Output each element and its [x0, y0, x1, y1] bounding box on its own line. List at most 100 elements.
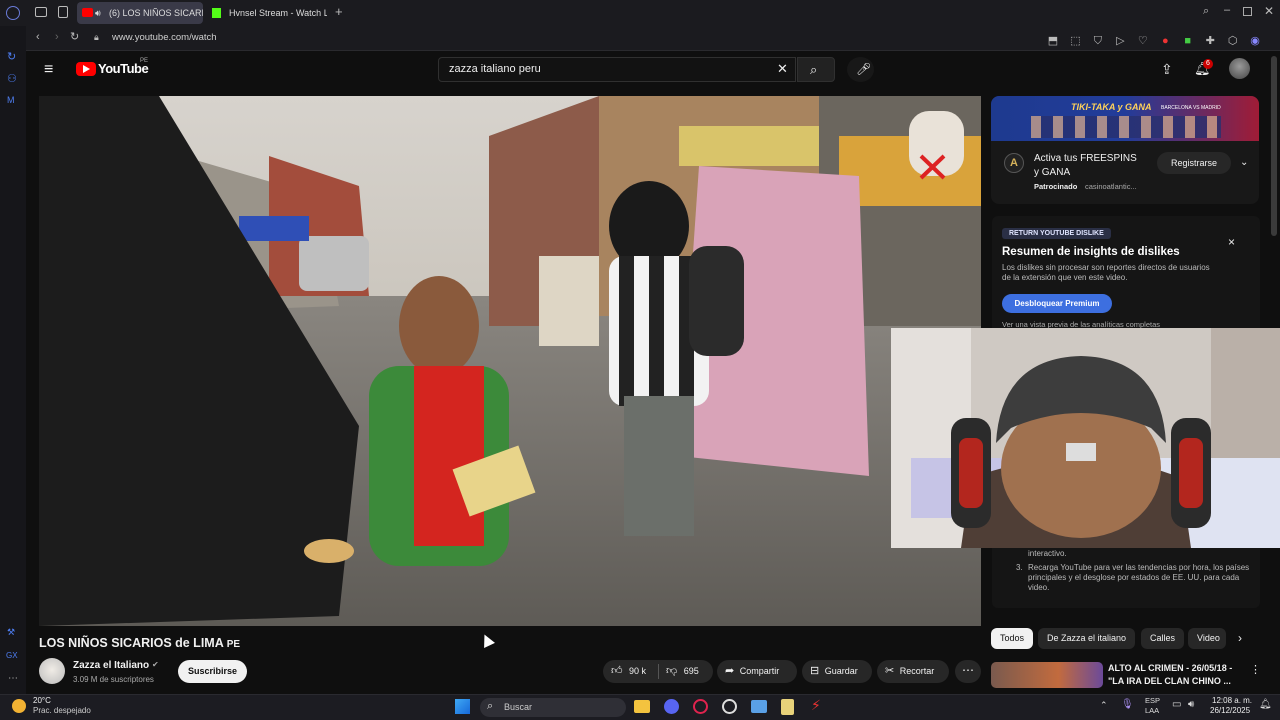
ad-logo: A	[1004, 153, 1024, 173]
clear-search-icon[interactable]: ✕	[777, 62, 788, 75]
play-icon[interactable]: ▷	[1111, 36, 1129, 47]
forward-icon[interactable]: ›	[55, 32, 59, 43]
rail-more-icon[interactable]: ⋯	[8, 674, 18, 684]
extension-puzzle-icon[interactable]: ✚	[1201, 36, 1219, 47]
close-icon[interactable]: ×	[1228, 236, 1235, 248]
search-icon: ⌕	[810, 62, 818, 77]
rail-mail-icon[interactable]: M	[7, 96, 15, 105]
thumbs-down-icon: 👎︎	[666, 665, 678, 677]
tab-search-icon[interactable]: ⌕	[1203, 6, 1209, 17]
image-viewer-icon[interactable]	[751, 700, 767, 713]
rail-tool-icon[interactable]: ⚒	[7, 628, 15, 637]
network-icon[interactable]: ▭	[1172, 700, 1181, 710]
avatar[interactable]	[1229, 58, 1250, 79]
notifications-button[interactable]: 🔔︎ 6	[1192, 59, 1213, 79]
language-line1[interactable]: ESP	[1145, 696, 1160, 705]
windows-taskbar: 20°C Prac. despejado ⌕ Buscar ⚡︎ ⌃ 🎙︎ ES…	[0, 694, 1280, 720]
search-button[interactable]: ⌕	[797, 57, 835, 82]
workspaces-icon[interactable]	[35, 7, 47, 17]
notification-center-icon[interactable]: 🔔︎	[1259, 700, 1272, 710]
related-title-line1[interactable]: ALTO AL CRIMEN - 26/05/18 -	[1108, 663, 1232, 673]
unlock-premium-button[interactable]: Desbloquear Premium	[1002, 294, 1112, 313]
chevron-right-icon[interactable]: ›	[1238, 632, 1242, 644]
rail-refresh-icon[interactable]: ↻	[7, 52, 16, 63]
new-tab-icon[interactable]: +	[335, 5, 343, 18]
ad-sponsored-label: Patrocinado	[1034, 182, 1078, 191]
ad-banner[interactable]: TIKI-TAKA y GANA BARCELONA VS MADRID	[991, 96, 1259, 141]
channel-name[interactable]: Zazza el Italiano	[73, 660, 149, 671]
dislike-button[interactable]: 👎︎ 695	[666, 660, 699, 683]
save-label: Guardar	[824, 666, 858, 676]
rail-gx-icon[interactable]: GX	[6, 652, 18, 660]
obs-icon[interactable]	[722, 699, 737, 714]
tab-stream[interactable]: Hvnsel Stream - Watch Liv	[207, 2, 327, 24]
windows-start-icon[interactable]	[455, 699, 470, 714]
notes-app-icon[interactable]	[781, 699, 794, 715]
discord-icon[interactable]	[664, 699, 679, 714]
maximize-icon[interactable]	[1243, 7, 1252, 16]
channel-avatar[interactable]	[39, 658, 65, 684]
tray-mic-icon[interactable]: 🎙︎	[1121, 700, 1134, 710]
save-button[interactable]: ⊟ Guardar	[802, 660, 872, 683]
weather-icon[interactable]	[12, 699, 26, 713]
video-title-text: LOS NIÑOS SICARIOS de LIMA	[39, 636, 224, 650]
clock-date[interactable]: 26/12/2025	[1210, 706, 1250, 715]
voice-search-button[interactable]: 🎤︎	[847, 57, 874, 82]
search-input[interactable]: zazza italiano peru	[438, 57, 796, 82]
bookmark-icon[interactable]: ⬒	[1044, 36, 1062, 47]
upload-icon[interactable]: ⇪	[1161, 62, 1173, 76]
close-window-icon[interactable]: ✕	[1264, 5, 1274, 17]
like-button[interactable]: 👍︎ 90 k	[611, 660, 646, 683]
clip-button[interactable]: ✂ Recortar	[877, 660, 949, 683]
reload-icon[interactable]: ↻	[70, 32, 79, 43]
temperature: 20°C	[33, 696, 51, 705]
chip-streets[interactable]: Calles	[1141, 628, 1185, 649]
chip-videos[interactable]: Video	[1188, 628, 1226, 649]
taskbar-search[interactable]: ⌕ Buscar	[480, 698, 626, 717]
dislike-heading: Resumen de insights de dislikes	[1002, 246, 1180, 258]
extension-green-icon[interactable]: ■	[1179, 36, 1197, 47]
notification-count-badge: 6	[1203, 59, 1213, 69]
chevron-down-icon[interactable]: ⌄	[1240, 158, 1248, 168]
page-scrollbar[interactable]	[1271, 56, 1277, 236]
related-more-icon[interactable]: ⋮	[1250, 665, 1261, 676]
share-button[interactable]: ➦ Compartir	[717, 660, 797, 683]
tab-page-icon[interactable]	[58, 6, 68, 18]
shield-icon[interactable]: ⛉	[1089, 36, 1107, 47]
back-icon[interactable]: ‹	[36, 32, 40, 43]
language-line2[interactable]: LAA	[1145, 706, 1159, 715]
dislike-description: Los dislikes sin procesar son reportes d…	[1002, 263, 1210, 282]
stream-tab-icon	[212, 8, 221, 18]
hamburger-menu-icon[interactable]: ≡	[44, 62, 53, 78]
video-title-flag: PE	[226, 639, 241, 650]
volume-icon[interactable]: 🔊︎	[1188, 700, 1194, 710]
browser-logo-icon[interactable]	[6, 6, 20, 20]
file-explorer-icon[interactable]	[634, 700, 650, 713]
url-field[interactable]: www.youtube.com/watch	[112, 32, 217, 43]
related-thumbnail[interactable]	[991, 662, 1103, 688]
bolt-app-icon[interactable]: ⚡︎	[811, 698, 821, 712]
heart-icon[interactable]: ♡	[1134, 36, 1152, 47]
record-icon[interactable]: ●	[1156, 36, 1174, 47]
minimize-icon[interactable]: –	[1224, 5, 1230, 16]
screenshot-icon[interactable]: ⬚	[1066, 36, 1084, 47]
related-title-line2[interactable]: "LA IRA DEL CLAN CHINO ...	[1108, 676, 1231, 686]
chip-channel[interactable]: De Zazza el italiano	[1038, 628, 1136, 649]
ad-banner-players	[1031, 116, 1221, 138]
extensions-toolbar: ⬒ ⬚ ⛉ ▷ ♡ ● ■ ✚ ⬡ ◉ ⤓ AI ≡	[1044, 31, 1280, 65]
streamer-webcam-overlay	[891, 328, 1280, 548]
profile-extension-icon[interactable]: ◉	[1246, 36, 1264, 47]
speaker-icon[interactable]: 🔊︎	[95, 2, 101, 24]
chip-all[interactable]: Todos	[991, 628, 1034, 649]
opera-gx-icon[interactable]	[693, 699, 708, 714]
more-actions-button[interactable]: ⋯	[955, 660, 981, 683]
subscribe-button[interactable]: Suscribirse	[178, 660, 247, 683]
extension-cube-icon[interactable]: ⬡	[1224, 36, 1242, 47]
tray-chevron-up-icon[interactable]: ⌃	[1100, 701, 1108, 710]
rail-user-icon[interactable]: ⚇	[7, 74, 17, 85]
ad-register-button[interactable]: Registrarse	[1157, 152, 1231, 174]
tab-youtube-video[interactable]: 🔊︎ (6) LOS NIÑOS SICARI	[77, 2, 203, 24]
ad-card[interactable]: TIKI-TAKA y GANA BARCELONA VS MADRID A A…	[991, 96, 1259, 204]
clock-time[interactable]: 12:08 a. m.	[1212, 696, 1252, 705]
video-player[interactable]	[39, 96, 981, 626]
